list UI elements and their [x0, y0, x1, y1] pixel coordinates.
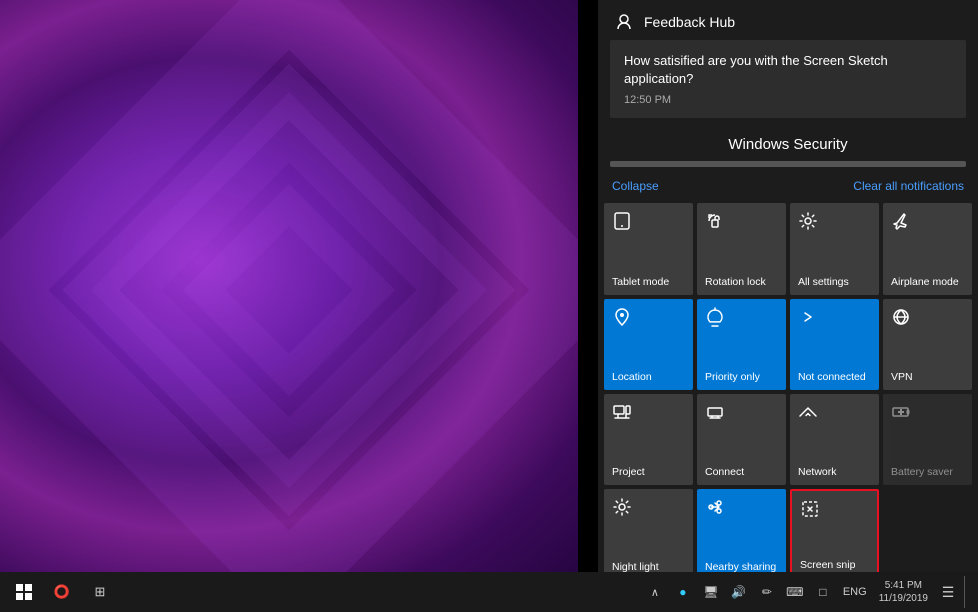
not-connected-label: Not connected: [798, 371, 866, 384]
tile-airplane-mode[interactable]: Airplane mode: [883, 203, 972, 294]
location-label: Location: [612, 371, 652, 384]
tile-vpn[interactable]: VPN: [883, 299, 972, 390]
taskbar-right: ∧ ● 🖥 🔊 ✏ ⌨ □ ENG 5:41 PM 11/19/2019 ☰: [643, 576, 970, 608]
task-view-button[interactable]: ⊞: [84, 576, 116, 608]
windows-security-title: Windows Security: [728, 136, 847, 153]
tile-priority-only[interactable]: Priority only: [697, 299, 786, 390]
all-settings-label: All settings: [798, 276, 849, 289]
show-desktop-button[interactable]: [964, 576, 970, 608]
rotation-lock-icon: [705, 211, 725, 236]
vpn-label: VPN: [891, 371, 913, 384]
feedback-hub-header: Feedback Hub: [598, 0, 978, 40]
windows-security-header: Windows Security: [598, 122, 978, 161]
location-icon: [612, 307, 632, 332]
all-settings-icon: [798, 211, 818, 236]
quick-actions-grid: Tablet mode Rotation lock All settings A…: [598, 203, 978, 580]
tile-not-connected[interactable]: Not connected: [790, 299, 879, 390]
tile-night-light[interactable]: Night light: [604, 489, 693, 580]
tile-connect[interactable]: Connect: [697, 394, 786, 485]
feedback-hub-title: Feedback Hub: [644, 14, 735, 30]
airplane-mode-label: Airplane mode: [891, 276, 959, 289]
battery-saver-icon: [891, 402, 911, 427]
notification-actions-row: Collapse Clear all notifications: [598, 171, 978, 203]
network-label: Network: [798, 466, 837, 479]
tile-network[interactable]: Network: [790, 394, 879, 485]
airplane-mode-icon: [891, 211, 911, 236]
volume-icon[interactable]: 🔊: [727, 576, 751, 608]
tablet-mode-label: Tablet mode: [612, 276, 669, 289]
action-center-panel: Feedback Hub How satisified are you with…: [598, 0, 978, 580]
screen-snip-icon: [800, 499, 820, 524]
tile-nearby-sharing[interactable]: Nearby sharing: [697, 489, 786, 580]
taskbar: ⭕ ⊞ ∧ ● 🖥 🔊 ✏ ⌨ □ ENG 5:41 PM 11/19/2019…: [0, 572, 978, 612]
tile-tablet-mode[interactable]: Tablet mode: [604, 203, 693, 294]
date-display: 11/19/2019: [879, 592, 928, 605]
tile-location[interactable]: Location: [604, 299, 693, 390]
cortana-taskbar-icon[interactable]: ●: [671, 576, 695, 608]
bluetooth-icon: [798, 307, 818, 332]
project-icon: [612, 402, 632, 427]
display-icon[interactable]: 🖥: [699, 576, 723, 608]
notification-title: How satisified are you with the Screen S…: [624, 52, 952, 88]
tablet-mode-icon: [612, 211, 632, 236]
windows-security-bar: [610, 161, 966, 167]
priority-only-label: Priority only: [705, 371, 760, 384]
time-display: 5:41 PM: [885, 579, 922, 592]
show-hidden-icons-button[interactable]: ∧: [643, 576, 667, 608]
pen-icon[interactable]: ✏: [755, 576, 779, 608]
feedback-hub-notification[interactable]: How satisified are you with the Screen S…: [610, 40, 966, 118]
tile-screen-snip[interactable]: Screen snip: [790, 489, 879, 580]
clear-all-button[interactable]: Clear all notifications: [853, 179, 964, 193]
clock[interactable]: 5:41 PM 11/19/2019: [875, 579, 932, 605]
notification-icon[interactable]: □: [811, 576, 835, 608]
priority-only-icon: [705, 307, 725, 332]
collapse-button[interactable]: Collapse: [612, 179, 659, 193]
rotation-lock-label: Rotation lock: [705, 276, 766, 289]
tile-battery-saver[interactable]: Battery saver: [883, 394, 972, 485]
tile-project[interactable]: Project: [604, 394, 693, 485]
nearby-sharing-icon: [705, 497, 725, 522]
keyboard-icon[interactable]: ⌨: [783, 576, 807, 608]
vpn-icon: [891, 307, 911, 332]
tile-all-settings[interactable]: All settings: [790, 203, 879, 294]
feedback-hub-icon: [614, 12, 634, 32]
network-icon: [798, 402, 818, 427]
project-label: Project: [612, 466, 645, 479]
language-indicator[interactable]: ENG: [839, 586, 871, 598]
taskbar-left: ⭕ ⊞: [8, 576, 643, 608]
action-center-button[interactable]: ☰: [936, 576, 960, 608]
night-light-icon: [612, 497, 632, 522]
connect-label: Connect: [705, 466, 744, 479]
start-button[interactable]: [8, 576, 40, 608]
cortana-search-icon[interactable]: ⭕: [46, 576, 78, 608]
desktop-background: [0, 0, 578, 580]
connect-icon: [705, 402, 725, 427]
tile-rotation-lock[interactable]: Rotation lock: [697, 203, 786, 294]
screen-snip-label: Screen snip: [800, 559, 855, 572]
notification-time: 12:50 PM: [624, 94, 952, 106]
battery-saver-label: Battery saver: [891, 466, 953, 479]
